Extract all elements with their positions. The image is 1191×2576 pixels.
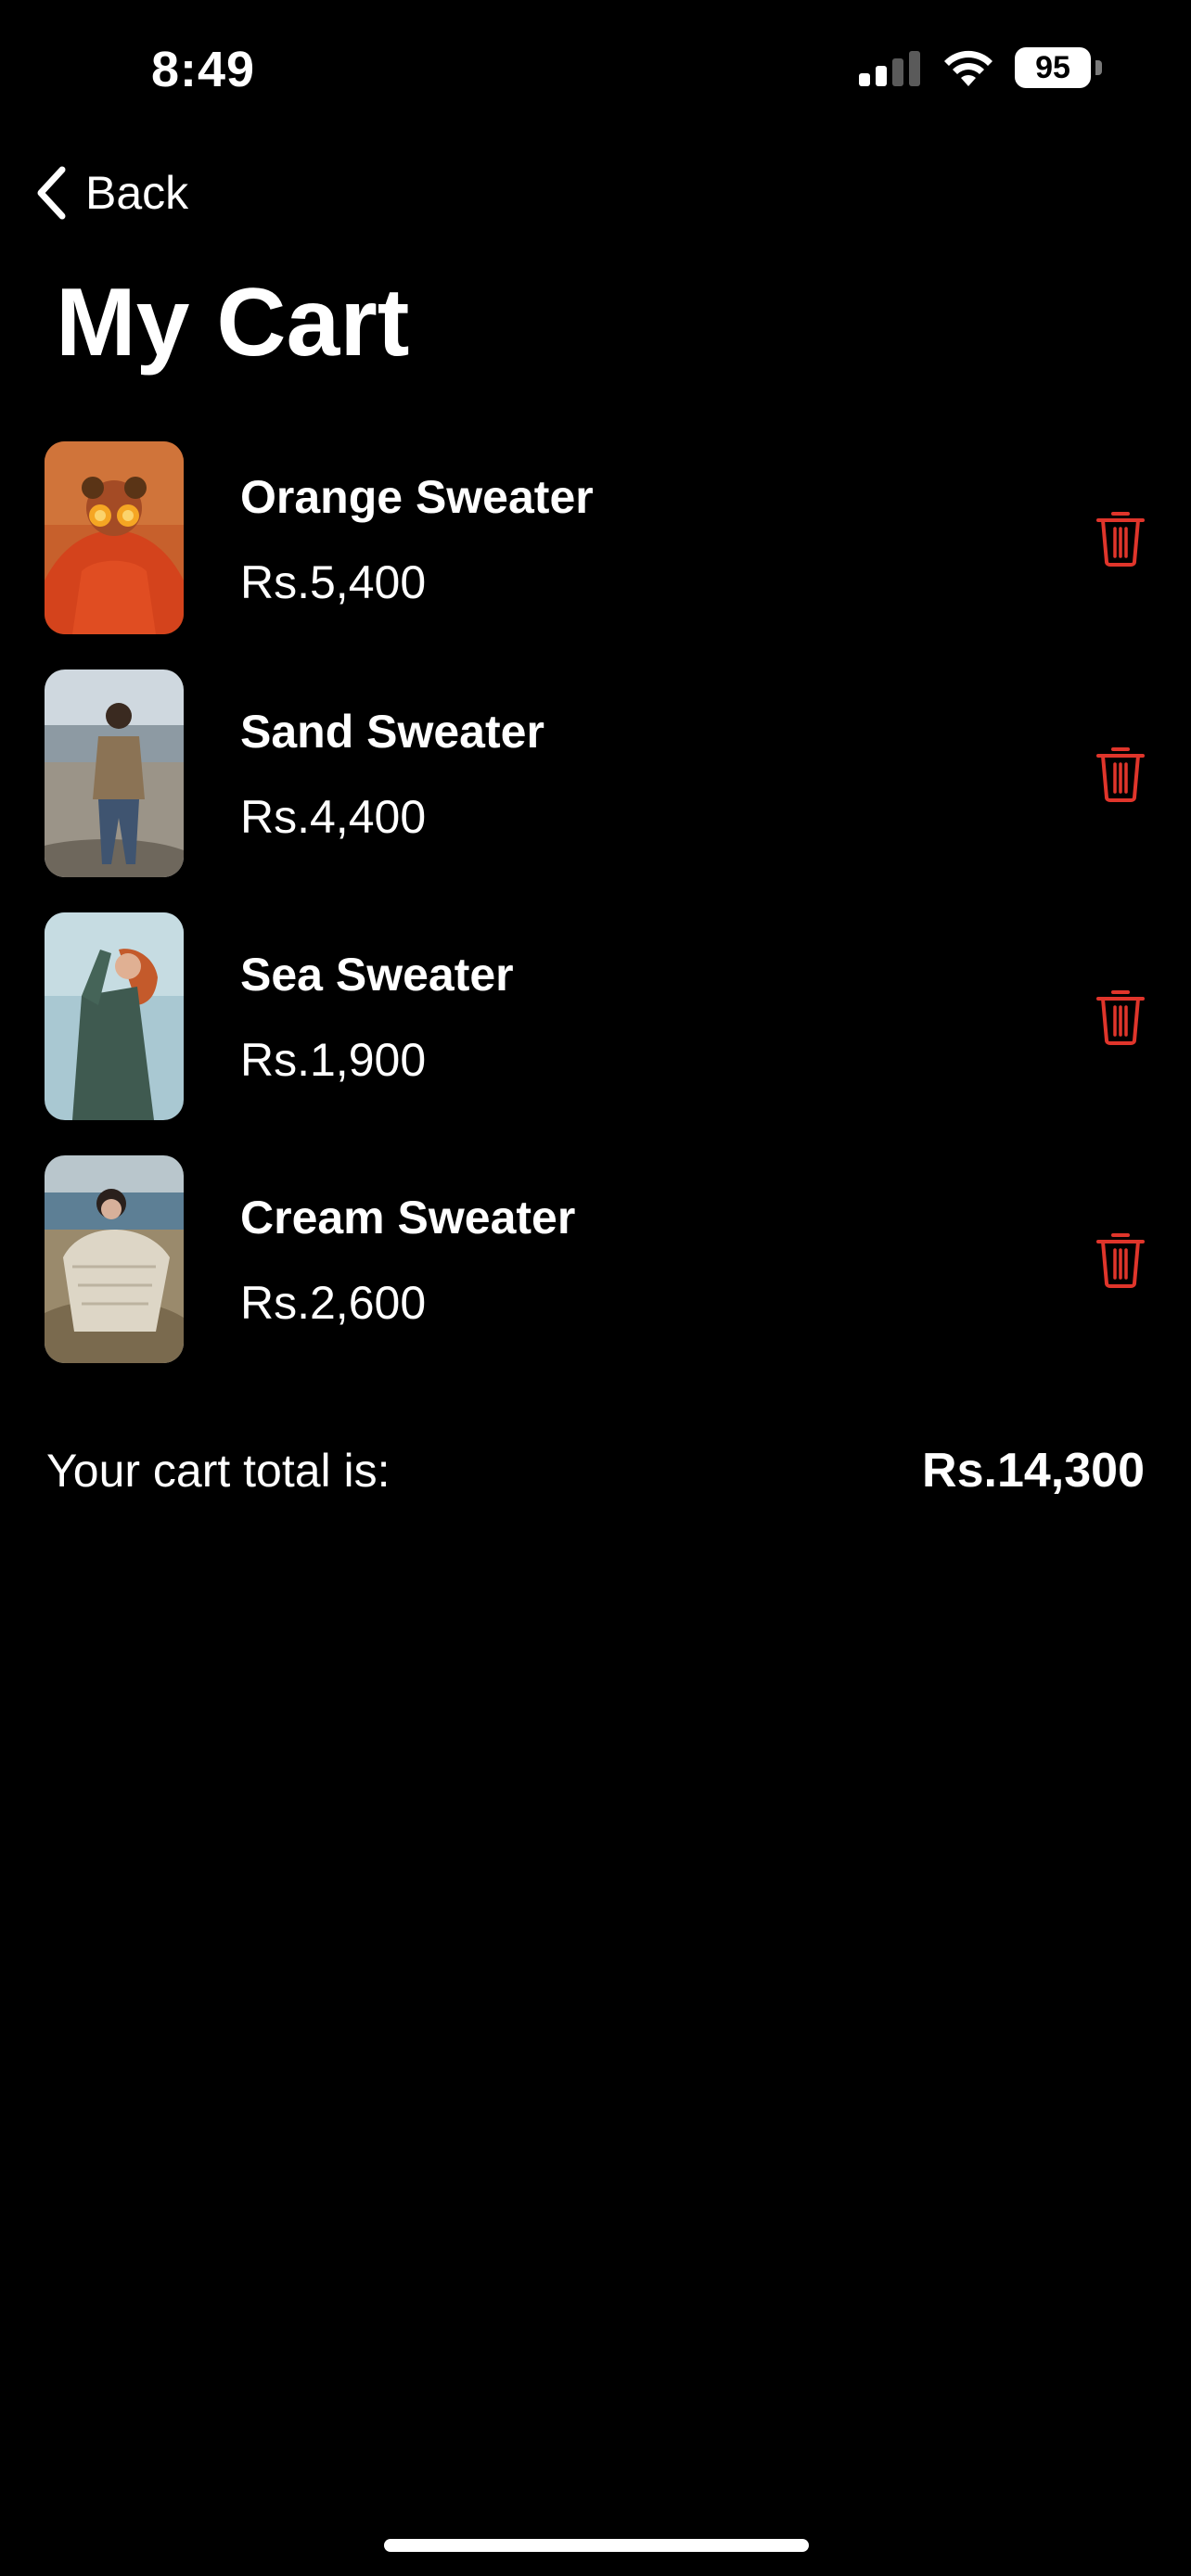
item-name: Sea Sweater xyxy=(240,949,514,1001)
wifi-icon xyxy=(944,50,992,86)
cream-sweater-photo xyxy=(45,1155,184,1363)
cart-total-label: Your cart total is: xyxy=(46,1445,391,1497)
status-time: 8:49 xyxy=(151,42,256,97)
trash-icon[interactable] xyxy=(1095,1230,1146,1289)
item-name: Sand Sweater xyxy=(240,706,544,758)
back-button[interactable]: Back xyxy=(35,159,188,226)
item-price: Rs.5,400 xyxy=(240,556,427,608)
cart-total-value: Rs.14,300 xyxy=(922,1444,1145,1498)
chevron-left-icon xyxy=(37,166,66,220)
sand-sweater-photo xyxy=(45,670,184,877)
sea-sweater-photo xyxy=(45,912,184,1120)
status-indicators: 95 xyxy=(859,46,1102,91)
item-name: Orange Sweater xyxy=(240,471,594,523)
home-indicator[interactable] xyxy=(384,2539,809,2552)
back-label: Back xyxy=(85,167,189,219)
trash-icon[interactable] xyxy=(1095,508,1146,567)
battery-icon: 95 xyxy=(1015,47,1102,90)
item-price: Rs.4,400 xyxy=(240,791,427,843)
trash-icon[interactable] xyxy=(1095,987,1146,1046)
page-title: My Cart xyxy=(56,269,410,376)
item-price: Rs.2,600 xyxy=(240,1277,427,1329)
signal-icon xyxy=(859,51,920,86)
battery-level: 95 xyxy=(1015,47,1091,88)
orange-sweater-photo xyxy=(45,441,184,634)
item-price: Rs.1,900 xyxy=(240,1034,427,1086)
item-name: Cream Sweater xyxy=(240,1192,576,1243)
trash-icon[interactable] xyxy=(1095,744,1146,803)
